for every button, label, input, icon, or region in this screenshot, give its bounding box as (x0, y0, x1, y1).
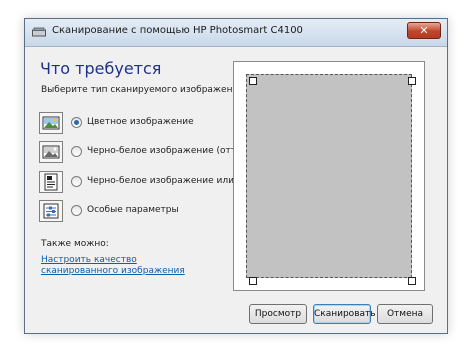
crop-handle-top-right[interactable] (408, 77, 416, 85)
option-color[interactable]: Цветное изображение (39, 112, 235, 134)
cancel-button[interactable]: Отмена (377, 304, 433, 324)
option-custom[interactable]: Особые параметры (39, 200, 235, 222)
crop-handle-bottom-right[interactable] (408, 277, 416, 285)
option-bw-text[interactable]: Черно-белое изображение или текс (39, 171, 235, 193)
scan-selection-area[interactable] (246, 74, 412, 278)
instruction-text: Выберите тип сканируемого изображения. (41, 85, 247, 95)
option-label-grayscale: Черно-белое изображение (оттенки (87, 146, 235, 156)
bw-text-icon[interactable] (39, 171, 63, 193)
radio-grayscale[interactable] (71, 146, 82, 157)
scanner-icon (32, 27, 46, 37)
also-label: Также можно: (41, 239, 109, 249)
option-grayscale[interactable]: Черно-белое изображение (оттенки (39, 141, 235, 163)
color-photo-icon[interactable] (39, 112, 63, 134)
close-icon: ✕ (419, 24, 429, 37)
custom-settings-icon[interactable] (39, 200, 63, 222)
radio-color[interactable] (71, 117, 82, 128)
option-label-bw-text: Черно-белое изображение или текс (87, 176, 235, 186)
adjust-quality-link[interactable]: Настроить качество сканированного изобра… (41, 255, 211, 277)
preview-button[interactable]: Просмотр (249, 304, 307, 324)
crop-handle-bottom-left[interactable] (249, 277, 257, 285)
option-label-custom: Особые параметры (87, 205, 179, 215)
close-button[interactable]: ✕ (407, 22, 441, 39)
window-title: Сканирование с помощью HP Photosmart C41… (52, 25, 303, 36)
scan-dialog: Сканирование с помощью HP Photosmart C41… (24, 18, 448, 334)
title-bar[interactable]: Сканирование с помощью HP Photosmart C41… (25, 19, 447, 47)
option-label-color: Цветное изображение (87, 117, 194, 127)
page-heading: Что требуется (40, 59, 162, 78)
grayscale-photo-icon[interactable] (39, 141, 63, 163)
radio-bw-text[interactable] (71, 176, 82, 187)
radio-custom[interactable] (71, 205, 82, 216)
scan-button[interactable]: Сканировать (313, 304, 376, 324)
crop-handle-top-left[interactable] (249, 77, 257, 85)
scan-preview-pane (233, 61, 425, 291)
